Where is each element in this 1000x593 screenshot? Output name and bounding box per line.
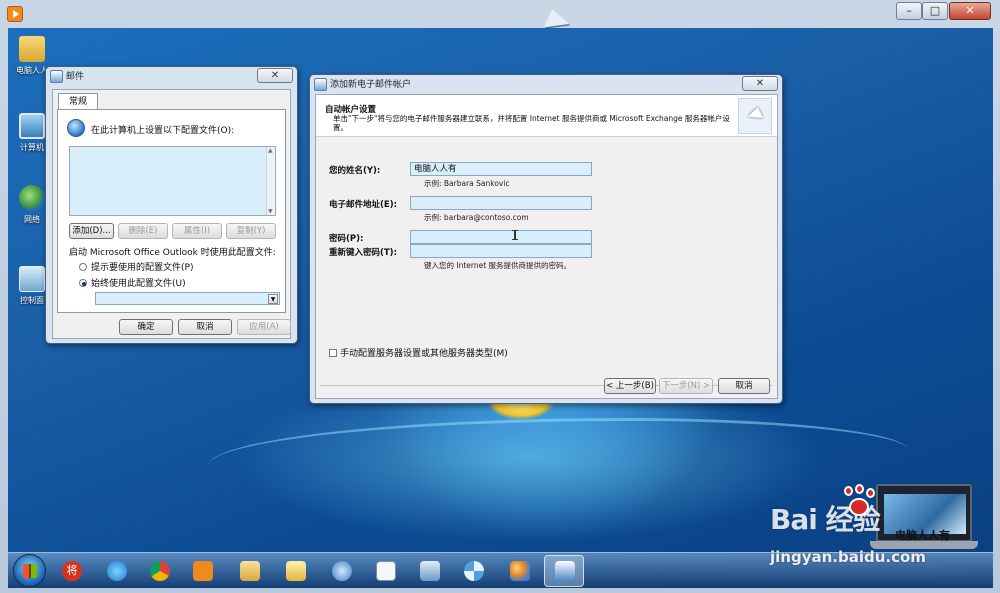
jiang-app-icon[interactable]: 将	[58, 557, 86, 585]
password-label: 密码(P):	[329, 234, 364, 244]
checkbox[interactable]	[329, 349, 337, 357]
network-icon	[19, 185, 45, 211]
profile-list[interactable]	[69, 146, 276, 216]
close-icon: ✕	[965, 4, 975, 17]
name-label: 您的姓名(Y):	[329, 166, 381, 176]
maximize-icon: □	[929, 4, 941, 17]
document-icon[interactable]	[372, 557, 400, 585]
control-panel-icon	[19, 266, 45, 292]
next-button[interactable]: 下一步(N) >	[659, 378, 713, 394]
baidu-jingyan-logo: Bai 经验	[770, 484, 980, 544]
wizard-titlebar[interactable]: 添加新电子邮件帐户	[310, 75, 782, 95]
radio-always-label: 始终使用此配置文件(U)	[91, 279, 186, 289]
folder-app-icon[interactable]	[282, 557, 310, 585]
wizard-title: 添加新电子邮件帐户	[330, 80, 412, 90]
mail-close-button[interactable]: ✕	[257, 68, 293, 83]
edge-like-icon[interactable]	[328, 557, 356, 585]
explorer-icon[interactable]	[236, 557, 264, 585]
start-button[interactable]	[13, 554, 46, 587]
radio-button[interactable]	[79, 263, 87, 271]
desktop-icon-label: 电脑人人	[16, 66, 48, 75]
radio-button-selected[interactable]	[79, 279, 87, 287]
baidu-paw-icon	[840, 484, 878, 522]
copy-profile-button[interactable]: 复制(Y)	[226, 223, 276, 239]
apply-button[interactable]: 应用(A)	[237, 319, 291, 335]
minimize-icon: –	[906, 4, 912, 17]
desktop-icon-label: 网络	[24, 215, 40, 224]
chevron-down-icon[interactable]: ▼	[268, 294, 278, 304]
profiles-heading: 在此计算机上设置以下配置文件(O):	[91, 126, 235, 136]
wizard-header: 自动帐户设置 单击"下一步"将与您的电子邮件服务器建立联系，并将配置 Inter…	[316, 95, 777, 137]
back-button[interactable]: < 上一步(B)	[604, 378, 656, 394]
minimize-button[interactable]: –	[896, 2, 922, 20]
ok-button[interactable]: 确定	[119, 319, 173, 335]
tab-general[interactable]: 常规	[58, 93, 98, 110]
ie-icon[interactable]	[103, 557, 131, 585]
media-player-icon[interactable]	[7, 6, 23, 22]
properties-button[interactable]: 属性(I)	[172, 223, 222, 239]
computer-icon	[19, 113, 45, 139]
mail-dialog: 邮件 ✕ 常规 在此计算机上设置以下配置文件(O): 添加(D)... 删除(E…	[45, 66, 298, 344]
paint-icon[interactable]	[506, 557, 534, 585]
maximize-button[interactable]: □	[922, 2, 948, 20]
outlook-icon[interactable]	[544, 555, 584, 587]
wizard-body: 自动帐户设置 单击"下一步"将与您的电子邮件服务器建立联系，并将配置 Inter…	[315, 94, 778, 399]
email-example: 示例: barbara@contoso.com	[424, 213, 529, 222]
mail-dialog-title: 邮件	[66, 72, 85, 82]
folder-icon	[19, 36, 45, 62]
email-label: 电子邮件地址(E):	[329, 200, 397, 210]
email-field[interactable]	[410, 196, 592, 210]
radio-prompt-profile[interactable]: 提示要使用的配置文件(P)	[79, 260, 193, 273]
host-window: – □ ✕ 电脑人人 计算机 网络 控制面 邮件 ✕ 常规 在此计算机上设置以下…	[0, 0, 1000, 593]
globe-mail-icon	[67, 119, 85, 137]
profile-list-scrollbar[interactable]	[266, 147, 275, 215]
radio-prompt-label: 提示要使用的配置文件(P)	[91, 263, 194, 273]
manual-config-checkbox-row[interactable]: 手动配置服务器设置或其他服务器类型(M)	[329, 346, 508, 359]
close-button[interactable]: ✕	[949, 2, 991, 20]
name-field[interactable]: 电脑人人有	[410, 162, 592, 176]
cancel-button[interactable]: 取消	[178, 319, 232, 335]
profile-select[interactable]: ▼	[95, 292, 280, 305]
wizard-close-button[interactable]: ✕	[742, 76, 778, 91]
cancel-button[interactable]: 取消	[718, 378, 770, 394]
outlook-icon	[314, 78, 327, 91]
network-tool-icon[interactable]	[416, 557, 444, 585]
manual-config-label: 手动配置服务器设置或其他服务器类型(M)	[340, 349, 508, 359]
general-tab-page: 在此计算机上设置以下配置文件(O): 添加(D)... 删除(E) 属性(I) …	[57, 109, 286, 313]
mail-icon	[50, 70, 63, 83]
desktop-icon-label: 控制面	[20, 296, 44, 305]
wizard-header-description: 单击"下一步"将与您的电子邮件服务器建立联系，并将配置 Internet 服务提…	[333, 114, 730, 132]
watermark-url: jingyan.baidu.com	[770, 548, 926, 566]
add-profile-button[interactable]: 添加(D)...	[69, 223, 114, 239]
text-cursor-icon	[512, 230, 518, 240]
startup-label: 启动 Microsoft Office Outlook 时使用此配置文件:	[69, 248, 276, 258]
desktop-icon-label: 计算机	[20, 143, 44, 152]
host-titlebar: – □ ✕	[0, 0, 1000, 28]
mail-dialog-body: 常规 在此计算机上设置以下配置文件(O): 添加(D)... 删除(E) 属性(…	[52, 89, 291, 339]
password-field[interactable]	[410, 230, 592, 244]
pinwheel-icon[interactable]	[460, 557, 488, 585]
delete-profile-button[interactable]: 删除(E)	[118, 223, 168, 239]
retype-password-field[interactable]	[410, 244, 592, 258]
radio-always-use-profile[interactable]: 始终使用此配置文件(U)	[79, 276, 186, 289]
add-account-wizard: 添加新电子邮件帐户 ✕ 自动帐户设置 单击"下一步"将与您的电子邮件服务器建立联…	[309, 74, 783, 404]
pointer-click-icon	[738, 98, 772, 134]
retype-password-label: 重新键入密码(T):	[329, 248, 397, 258]
media-player-icon[interactable]	[189, 557, 217, 585]
chrome-icon[interactable]	[146, 557, 174, 585]
password-hint: 键入您的 Internet 服务提供商提供的密码。	[424, 261, 572, 270]
name-example: 示例: Barbara Sankovic	[424, 179, 510, 188]
